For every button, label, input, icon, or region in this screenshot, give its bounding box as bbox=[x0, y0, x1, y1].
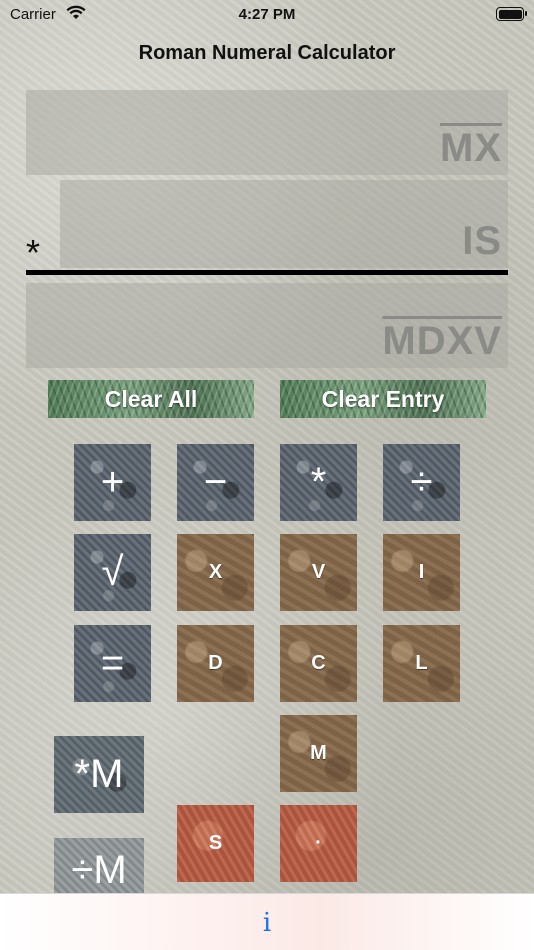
result-value: MDXV bbox=[382, 319, 502, 363]
first-operand-display: MX bbox=[26, 90, 508, 175]
operator-indicator: * bbox=[26, 232, 41, 273]
page-title: Roman Numeral Calculator bbox=[138, 42, 396, 64]
second-operand-display: IS bbox=[60, 180, 508, 268]
info-icon[interactable]: i bbox=[250, 908, 284, 938]
clear-entry-button[interactable]: Clear Entry bbox=[280, 380, 486, 418]
numeral-m-button[interactable]: M bbox=[280, 715, 357, 792]
equals-button[interactable]: = bbox=[74, 625, 151, 702]
numeral-l-button[interactable]: L bbox=[383, 625, 460, 702]
first-operand-value: MX bbox=[440, 126, 502, 170]
numeral-dot-button[interactable]: · bbox=[280, 805, 357, 882]
status-time: 4:27 PM bbox=[238, 6, 296, 23]
add-button[interactable]: + bbox=[74, 444, 151, 521]
status-bar: Carrier 4:27 PM bbox=[0, 0, 534, 30]
divide-button[interactable]: ÷ bbox=[383, 444, 460, 521]
subtract-button[interactable]: − bbox=[177, 444, 254, 521]
result-divider bbox=[26, 270, 508, 275]
numeral-c-button[interactable]: C bbox=[280, 625, 357, 702]
battery-icon bbox=[496, 7, 527, 21]
second-operand-value: IS bbox=[462, 219, 502, 263]
sqrt-button[interactable]: √ bbox=[74, 534, 151, 611]
numeral-s-button[interactable]: S bbox=[177, 805, 254, 882]
numeral-d-button[interactable]: D bbox=[177, 625, 254, 702]
numeral-v-button[interactable]: V bbox=[280, 534, 357, 611]
multiply-button[interactable]: * bbox=[280, 444, 357, 521]
numeral-x-button[interactable]: X bbox=[177, 534, 254, 611]
divide-memory-button[interactable]: ÷M bbox=[54, 838, 144, 893]
clear-all-button[interactable]: Clear All bbox=[48, 380, 254, 418]
numeral-i-button[interactable]: I bbox=[383, 534, 460, 611]
multiply-memory-button[interactable]: *M bbox=[54, 736, 144, 813]
tab-bar: i bbox=[0, 893, 534, 950]
result-display: MDXV bbox=[26, 283, 508, 368]
